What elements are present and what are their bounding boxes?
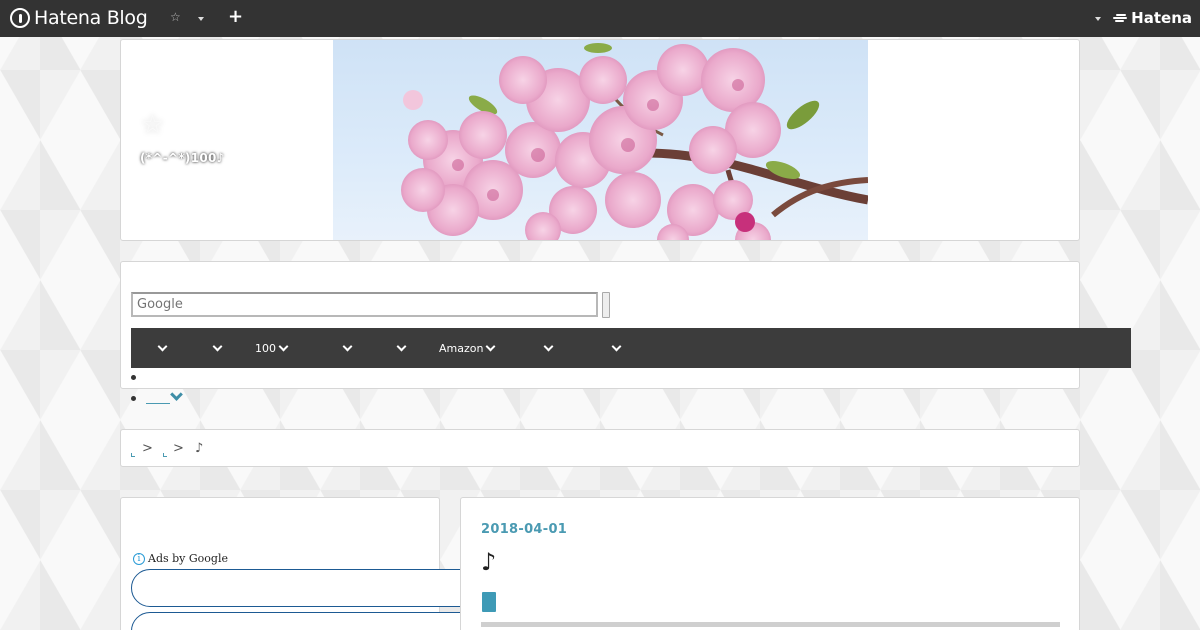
chevron-down-icon (278, 341, 289, 351)
info-icon: i (133, 552, 145, 565)
breadcrumb-separator: > (173, 441, 184, 456)
hatena-blog-logo[interactable]: Hatena Blog (10, 7, 148, 29)
nav-item-6[interactable]: Amazon (439, 328, 496, 368)
nav-item-2[interactable] (210, 328, 223, 368)
hatena-brand-icon (1113, 13, 1128, 23)
breadcrumb-link-category[interactable] (163, 453, 167, 457)
star-icon[interactable]: ☆ (170, 10, 181, 24)
star-menu-caret-icon[interactable] (198, 17, 204, 21)
google-search-input[interactable] (131, 292, 598, 317)
header-image (333, 40, 868, 240)
submenu-link[interactable] (146, 390, 170, 404)
list-bullet (131, 375, 136, 380)
category-nav-bar: 100 Amazon (131, 328, 1131, 368)
nav-item-4[interactable] (340, 328, 353, 368)
chevron-down-icon (342, 341, 353, 351)
global-header-bar: Hatena Blog ☆ + Hatena (0, 0, 1200, 37)
new-post-plus-icon[interactable]: + (228, 6, 243, 27)
nav-item-3[interactable]: 100 (255, 328, 289, 368)
category-tag[interactable] (482, 592, 496, 612)
nav-item-1[interactable] (155, 328, 168, 368)
chevron-down-icon (396, 341, 407, 351)
search-button[interactable] (602, 292, 610, 318)
chevron-down-icon (611, 341, 622, 351)
hatena-blog-logo-icon (10, 8, 30, 28)
chevron-down-icon (486, 341, 496, 351)
ad-link-button[interactable] (131, 569, 484, 607)
ad-link-button[interactable] (131, 612, 484, 630)
chevron-down-icon (543, 341, 554, 351)
chevron-down-icon (157, 341, 168, 351)
cherry-blossom-illustration (401, 43, 868, 240)
nav-item-5[interactable] (394, 328, 407, 368)
nav-item-8[interactable] (609, 328, 622, 368)
blog-title[interactable]: (*^-^*)100♪ (140, 151, 225, 165)
hatena-brand-link[interactable]: Hatena (1113, 9, 1192, 27)
chevron-down-icon (212, 341, 223, 351)
article-title[interactable]: ♪ (481, 548, 496, 576)
chevron-down-icon[interactable] (170, 388, 183, 401)
breadcrumb: > > ♪ (120, 429, 1080, 467)
user-menu-caret-icon[interactable] (1095, 17, 1101, 21)
nav-item-label: Amazon (439, 341, 484, 355)
ads-label-text: Ads by Google (148, 552, 228, 565)
breadcrumb-current: ♪ (195, 441, 204, 456)
list-bullet (131, 396, 136, 401)
nav-item-7[interactable] (541, 328, 554, 368)
breadcrumb-separator: > (142, 441, 153, 456)
blog-header: ☆ (*^-^*)100♪ (120, 39, 1080, 241)
article-divider (481, 622, 1060, 627)
article-date[interactable]: 2018-04-01 (481, 522, 567, 537)
nav-item-label: 100 (255, 341, 276, 355)
hatena-brand-text: Hatena (1131, 9, 1192, 27)
article: 2018-04-01 ♪ (460, 497, 1080, 630)
sidebar: i Ads by Google (120, 497, 440, 630)
hatena-blog-logo-text: Hatena Blog (34, 7, 148, 29)
breadcrumb-link-home[interactable] (131, 453, 135, 457)
search-container (120, 261, 1080, 389)
blog-star-icon: ☆ (141, 110, 165, 140)
ads-by-google-label[interactable]: i Ads by Google (133, 552, 228, 565)
